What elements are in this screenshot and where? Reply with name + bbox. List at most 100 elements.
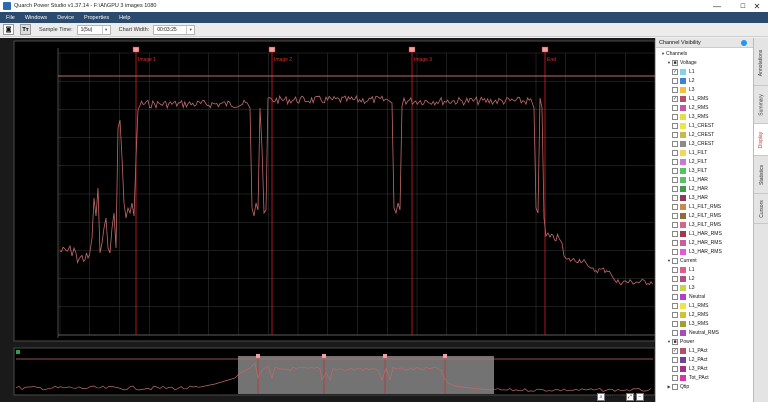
tree-row[interactable]: Neutral bbox=[656, 292, 754, 301]
tree-row[interactable]: ✓ L1_PAct bbox=[656, 346, 754, 355]
tree-row[interactable]: L2_FILT_RMS bbox=[656, 211, 754, 220]
tree-row[interactable]: ▶ Qtip bbox=[656, 382, 754, 391]
channel-checkbox[interactable] bbox=[672, 311, 678, 318]
tree-row[interactable]: L1_HAR_RMS bbox=[656, 229, 754, 238]
tree-row[interactable]: L3_CREST bbox=[656, 139, 754, 148]
channel-color-swatch[interactable] bbox=[680, 356, 686, 363]
channel-checkbox[interactable] bbox=[672, 329, 678, 336]
sample-time-select[interactable]: 1(5u) ▼ bbox=[76, 24, 111, 35]
channel-checkbox[interactable] bbox=[672, 374, 678, 381]
channel-checkbox[interactable] bbox=[672, 140, 678, 147]
channel-color-swatch[interactable] bbox=[680, 230, 686, 237]
channel-checkbox[interactable] bbox=[672, 185, 678, 192]
channel-checkbox[interactable] bbox=[672, 257, 678, 264]
channel-checkbox[interactable] bbox=[672, 248, 678, 255]
channel-color-swatch[interactable] bbox=[680, 311, 686, 318]
channel-checkbox[interactable] bbox=[672, 230, 678, 237]
channel-color-swatch[interactable] bbox=[680, 347, 686, 354]
tree-row[interactable]: L3_FILT bbox=[656, 166, 754, 175]
channel-checkbox[interactable] bbox=[672, 320, 678, 327]
menu-file[interactable]: File bbox=[6, 15, 15, 21]
tree-row[interactable]: ✓ L1_RMS bbox=[656, 94, 754, 103]
channel-checkbox[interactable]: ✓ bbox=[672, 347, 678, 354]
channel-checkbox[interactable]: ✓ bbox=[672, 95, 678, 102]
tab-cursors[interactable]: Cursors bbox=[754, 194, 768, 224]
text-toggle-button[interactable]: Tт bbox=[20, 24, 31, 35]
tree-row[interactable]: L1_RMS bbox=[656, 301, 754, 310]
channel-color-swatch[interactable] bbox=[680, 212, 686, 219]
channel-color-swatch[interactable] bbox=[680, 194, 686, 201]
channel-checkbox[interactable] bbox=[672, 284, 678, 291]
tree-row[interactable]: L2_FILT bbox=[656, 157, 754, 166]
chart-width-select[interactable]: 00:03:25 ▼ bbox=[153, 24, 196, 35]
tree-row[interactable]: L1_FILT_RMS bbox=[656, 202, 754, 211]
channel-color-swatch[interactable] bbox=[680, 167, 686, 174]
channel-checkbox[interactable] bbox=[672, 302, 678, 309]
channel-checkbox[interactable] bbox=[672, 266, 678, 273]
tree-row[interactable]: L3_HAR_RMS bbox=[656, 247, 754, 256]
channel-color-swatch[interactable] bbox=[680, 239, 686, 246]
tree-row[interactable]: L3_FILT_RMS bbox=[656, 220, 754, 229]
channel-color-swatch[interactable] bbox=[680, 131, 686, 138]
channel-checkbox[interactable] bbox=[672, 221, 678, 228]
channel-checkbox[interactable] bbox=[672, 356, 678, 363]
tab-statistics[interactable]: Statistics bbox=[754, 156, 768, 194]
tree-row[interactable]: L3_PAct bbox=[656, 364, 754, 373]
channel-color-swatch[interactable] bbox=[680, 293, 686, 300]
channel-color-swatch[interactable] bbox=[680, 320, 686, 327]
channel-color-swatch[interactable] bbox=[680, 95, 686, 102]
channel-checkbox[interactable] bbox=[672, 365, 678, 372]
zoom-search-icon[interactable]: ⌕ bbox=[597, 393, 605, 401]
tree-row[interactable]: L2_HAR bbox=[656, 184, 754, 193]
channel-color-swatch[interactable] bbox=[680, 284, 686, 291]
tree-row[interactable]: L2_PAct bbox=[656, 355, 754, 364]
channel-color-swatch[interactable] bbox=[680, 365, 686, 372]
menu-help[interactable]: Help bbox=[119, 15, 130, 21]
channel-color-swatch[interactable] bbox=[680, 248, 686, 255]
tree-row[interactable]: L2_RMS bbox=[656, 310, 754, 319]
channel-checkbox[interactable]: ✓ bbox=[672, 68, 678, 75]
channel-color-swatch[interactable] bbox=[680, 374, 686, 381]
channel-checkbox[interactable] bbox=[672, 275, 678, 282]
tree-row[interactable]: L2_CREST bbox=[656, 130, 754, 139]
channel-color-swatch[interactable] bbox=[680, 149, 686, 156]
channel-checkbox[interactable] bbox=[672, 176, 678, 183]
camera-button[interactable]: ◙ bbox=[3, 24, 14, 35]
tree-row[interactable]: L1 bbox=[656, 265, 754, 274]
channel-color-swatch[interactable] bbox=[680, 266, 686, 273]
channel-color-swatch[interactable] bbox=[680, 122, 686, 129]
channel-color-swatch[interactable] bbox=[680, 185, 686, 192]
channel-checkbox[interactable] bbox=[672, 77, 678, 84]
tree-row[interactable]: ▼ ■ Power bbox=[656, 337, 754, 346]
channel-checkbox[interactable] bbox=[672, 293, 678, 300]
tree-row[interactable]: L3 bbox=[656, 85, 754, 94]
channel-checkbox[interactable] bbox=[672, 131, 678, 138]
tab-display[interactable]: Display bbox=[754, 124, 768, 156]
close-button[interactable]: ✕ bbox=[744, 0, 768, 12]
channel-checkbox[interactable] bbox=[672, 383, 678, 390]
menu-device[interactable]: Device bbox=[57, 15, 74, 21]
tree-row[interactable]: L3_RMS bbox=[656, 112, 754, 121]
tree-row[interactable]: Neutral_RMS bbox=[656, 328, 754, 337]
channel-checkbox[interactable] bbox=[672, 239, 678, 246]
channel-color-swatch[interactable] bbox=[680, 221, 686, 228]
channel-color-swatch[interactable] bbox=[680, 86, 686, 93]
channel-color-swatch[interactable] bbox=[680, 158, 686, 165]
tab-annotations[interactable]: Annotations bbox=[754, 40, 768, 86]
tree-row[interactable]: Tot_PAct bbox=[656, 373, 754, 382]
tree-row[interactable]: L1_FILT bbox=[656, 148, 754, 157]
tree-row[interactable]: L3 bbox=[656, 283, 754, 292]
minimize-button[interactable]: — bbox=[704, 0, 730, 12]
tree-row[interactable]: L3_RMS bbox=[656, 319, 754, 328]
channel-checkbox[interactable] bbox=[672, 203, 678, 210]
tree-row[interactable]: ▼ Current bbox=[656, 256, 754, 265]
menu-windows[interactable]: Windows bbox=[25, 15, 47, 21]
channel-checkbox[interactable] bbox=[672, 212, 678, 219]
channel-checkbox[interactable] bbox=[672, 86, 678, 93]
channel-checkbox[interactable] bbox=[672, 158, 678, 165]
tree-row[interactable]: L3_HAR bbox=[656, 193, 754, 202]
tree-row[interactable]: L2_RMS bbox=[656, 103, 754, 112]
tree-row[interactable]: L2 bbox=[656, 76, 754, 85]
tree-row[interactable]: ▼ Channels bbox=[656, 49, 754, 58]
channel-color-swatch[interactable] bbox=[680, 203, 686, 210]
